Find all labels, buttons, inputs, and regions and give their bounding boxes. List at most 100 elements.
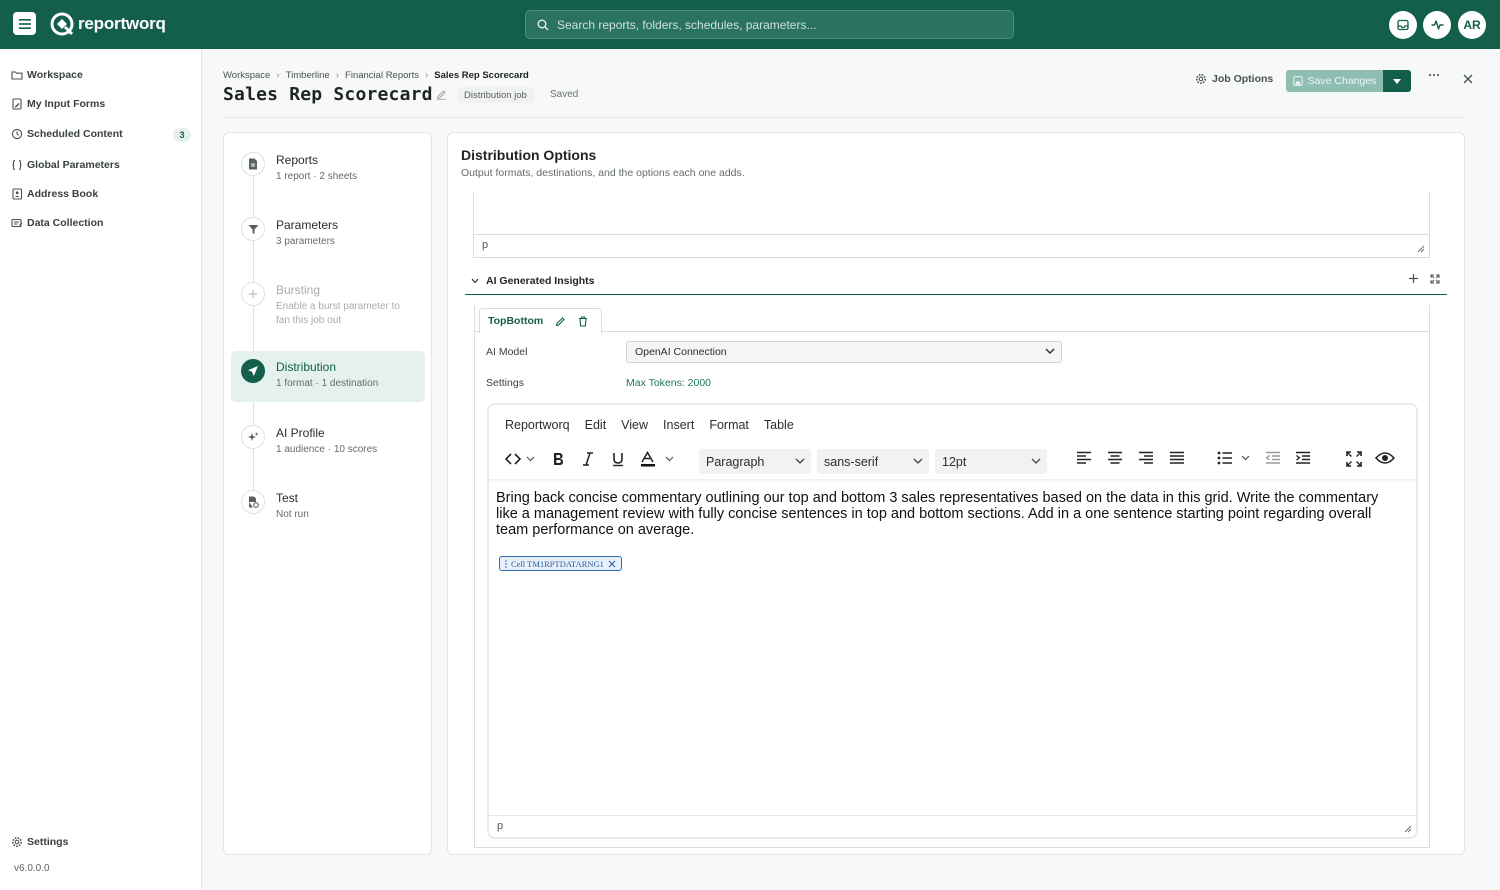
close-button[interactable]: [1462, 73, 1474, 85]
menu-reportworq[interactable]: Reportworq: [505, 418, 570, 432]
sidebar-item-settings[interactable]: Settings: [11, 836, 68, 848]
sidebar-item-data-collection[interactable]: Data Collection: [11, 217, 103, 229]
step-bursting-marker: [241, 282, 265, 306]
align-right-icon: [1139, 451, 1153, 464]
settings-label: Settings: [486, 377, 524, 389]
step-subtitle: 1 report · 2 sheets: [276, 171, 358, 182]
data-collection-icon: [11, 218, 23, 228]
settings-link[interactable]: Max Tokens: 2000: [626, 377, 711, 389]
align-center-button[interactable]: [1107, 451, 1123, 465]
scheduled-count-badge: 3: [173, 128, 191, 142]
sidebar-item-my-input-forms[interactable]: My Input Forms: [11, 98, 105, 110]
editor-menubar: Reportworq Edit View Insert Format Table: [505, 418, 794, 432]
breadcrumb-item-workspace[interactable]: Workspace: [223, 70, 270, 81]
text-color-icon: [641, 451, 674, 467]
bullet-list-button[interactable]: [1217, 451, 1251, 465]
breadcrumb-chevron-icon: ›: [424, 70, 429, 81]
menu-insert[interactable]: Insert: [663, 418, 694, 432]
font-family-value: sans-serif: [824, 454, 879, 469]
breadcrumb-item-timberline[interactable]: Timberline: [286, 70, 330, 81]
previous-editor[interactable]: p: [473, 192, 1430, 258]
chevron-down-icon: [913, 458, 923, 464]
menu-view[interactable]: View: [621, 418, 648, 432]
sidebar-item-scheduled-content[interactable]: Scheduled Content: [11, 128, 123, 140]
sidebar-item-global-parameters[interactable]: Global Parameters: [11, 159, 120, 171]
remove-chip-icon[interactable]: [608, 560, 616, 568]
bullet-list-icon: [1217, 451, 1250, 465]
gear-icon: [12, 837, 22, 847]
editor-content[interactable]: Bring back concise commentary outlining …: [496, 490, 1401, 538]
step-title: Parameters: [276, 218, 339, 232]
preview-button[interactable]: [1375, 451, 1395, 465]
top-bar: reportworq AR: [0, 0, 1500, 49]
align-left-button[interactable]: [1076, 451, 1092, 465]
breadcrumb-item-current: Sales Rep Scorecard: [434, 70, 529, 81]
sidebar-item-address-book[interactable]: Address Book: [11, 188, 98, 200]
resize-handle-icon[interactable]: [1417, 245, 1425, 253]
font-family-select[interactable]: sans-serif: [817, 449, 929, 474]
activity-button[interactable]: [1423, 11, 1451, 39]
text-color-button[interactable]: [640, 451, 676, 467]
step-parameters-marker: [241, 217, 265, 241]
header-divider: [223, 117, 1466, 118]
plus-icon: [249, 290, 257, 298]
block-format-select[interactable]: Paragraph: [699, 449, 811, 474]
underline-button[interactable]: [611, 451, 625, 467]
job-options-button[interactable]: Job Options: [1195, 73, 1273, 85]
hamburger-menu-button[interactable]: [13, 12, 36, 35]
rich-text-editor: Reportworq Edit View Insert Format Table: [487, 403, 1418, 839]
align-left-icon: [1077, 451, 1091, 464]
fullscreen-button[interactable]: [1346, 451, 1362, 467]
more-options-button[interactable]: [1428, 73, 1440, 77]
sidebar-item-workspace[interactable]: Workspace: [11, 69, 83, 81]
sidebar-item-label: Global Parameters: [27, 159, 120, 171]
outdent-button[interactable]: [1265, 451, 1281, 465]
italic-button[interactable]: [581, 451, 595, 467]
save-options-dropdown[interactable]: [1383, 70, 1411, 92]
step-subtitle: Not run: [276, 509, 309, 520]
font-size-select[interactable]: 12pt: [935, 449, 1047, 474]
chevron-down-icon: [1031, 458, 1041, 464]
cell-chip-label: Cell TM1RPTDATARNG1: [511, 558, 604, 569]
send-icon: [248, 366, 258, 376]
indent-icon: [1296, 451, 1310, 464]
bold-button[interactable]: [551, 451, 565, 467]
source-code-button[interactable]: [505, 451, 537, 467]
breadcrumb-item-financial-reports[interactable]: Financial Reports: [345, 70, 419, 81]
edit-icon[interactable]: [555, 316, 566, 327]
inbox-button[interactable]: [1389, 11, 1417, 39]
resize-handle-icon[interactable]: [1404, 825, 1412, 833]
drag-handle-icon: [505, 559, 507, 568]
code-icon: [505, 453, 535, 465]
trash-icon[interactable]: [578, 315, 588, 327]
editor-toolbar: Paragraph sans-serif 12pt: [489, 447, 1416, 479]
activity-pulse-icon: [1431, 20, 1443, 30]
ai-model-select[interactable]: OpenAI Connection: [626, 341, 1062, 363]
expand-icon[interactable]: [1430, 274, 1440, 284]
editor-status-bar: p: [474, 234, 1429, 257]
test-document-icon: [248, 496, 259, 508]
brand-name: reportworq: [78, 14, 166, 33]
step-distribution-marker: [241, 359, 265, 383]
global-search[interactable]: [525, 10, 1014, 39]
indent-button[interactable]: [1295, 451, 1311, 465]
italic-icon: [583, 452, 593, 466]
avatar-initials: AR: [1463, 18, 1481, 32]
add-insight-icon[interactable]: [1408, 273, 1419, 284]
search-input[interactable]: [557, 17, 987, 32]
user-avatar[interactable]: AR: [1458, 11, 1486, 39]
menu-table[interactable]: Table: [764, 418, 794, 432]
rename-button[interactable]: [436, 89, 447, 100]
gear-icon: [1196, 74, 1206, 84]
tab-topbottom[interactable]: TopBottom: [479, 308, 602, 333]
justify-button[interactable]: [1169, 451, 1185, 465]
ellipsis-icon: [1428, 73, 1440, 77]
save-changes-button[interactable]: Save Changes: [1286, 70, 1383, 92]
cell-reference-chip[interactable]: Cell TM1RPTDATARNG1: [499, 556, 622, 571]
menu-format[interactable]: Format: [709, 418, 749, 432]
ai-insights-toggle[interactable]: AI Generated Insights: [471, 275, 595, 287]
menu-edit[interactable]: Edit: [585, 418, 607, 432]
clock-icon: [11, 128, 23, 140]
brand-logo[interactable]: reportworq: [50, 12, 166, 36]
align-right-button[interactable]: [1138, 451, 1154, 465]
